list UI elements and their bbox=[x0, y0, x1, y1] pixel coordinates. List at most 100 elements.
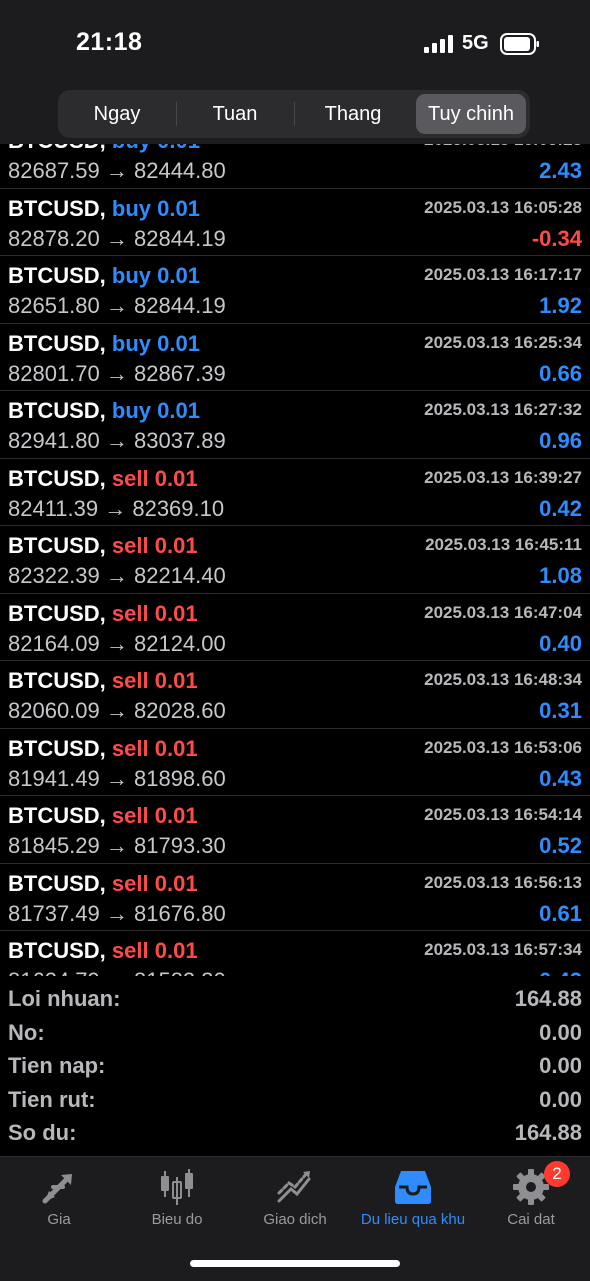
trade-symbol: BTCUSD, bbox=[8, 870, 106, 896]
trade-row[interactable]: BTCUSD, buy 0.01 2025.03.13 16:25:34 82801… bbox=[0, 324, 590, 391]
trade-side: sell bbox=[111, 938, 149, 963]
trade-prices: 82060.09 → 82028.60 bbox=[8, 698, 226, 723]
summary-row: Tien rut: 0.00 bbox=[0, 1083, 590, 1117]
segment-divider bbox=[294, 102, 295, 126]
summary-label: So du: bbox=[8, 1120, 77, 1145]
tab-ngay[interactable]: Ngay bbox=[62, 94, 172, 134]
trade-row[interactable]: BTCUSD, buy 0.01 2025.03.13 16:27:32 82941… bbox=[0, 391, 590, 459]
trade-profit: 0.66 bbox=[539, 360, 582, 386]
home-indicator bbox=[190, 1260, 400, 1267]
trade-profit: 0.42 bbox=[539, 968, 582, 976]
signal-icon bbox=[424, 35, 453, 53]
trade-volume: 0.01 bbox=[157, 144, 200, 153]
trade-history-list[interactable]: BTCUSD, buy 0.01 2025.03.13 16:05:28 82687… bbox=[0, 144, 590, 976]
summary-label: Loi nhuan: bbox=[8, 986, 121, 1011]
summary-label: Tien rut: bbox=[8, 1086, 96, 1112]
summary-value: 164.88 bbox=[514, 986, 582, 1011]
trade-symbol: BTCUSD, bbox=[8, 600, 106, 626]
trade-volume: 0.01 bbox=[157, 263, 200, 288]
trade-volume: 0.01 bbox=[154, 668, 198, 693]
trade-date: 2025.03.13 16:39:27 bbox=[424, 467, 582, 487]
trade-volume: 0.01 bbox=[154, 533, 198, 558]
trade-row[interactable]: BTCUSD, sell 0.01 2025.03.13 16:39:27 8241… bbox=[0, 459, 590, 526]
trade-prices: 81941.49 → 81898.60 bbox=[8, 765, 226, 791]
trade-date: 2025.03.13 16:54:14 bbox=[424, 805, 582, 824]
tab-giao-dich[interactable]: Giao dich bbox=[236, 1157, 354, 1247]
trade-prices: 82322.39 → 82214.40 bbox=[8, 563, 226, 588]
trade-row[interactable]: BTCUSD, sell 0.01 2025.03.13 16:57:34 8162… bbox=[0, 931, 590, 976]
trade-row[interactable]: BTCUSD, sell 0.01 2025.03.13 16:53:06 8194… bbox=[0, 729, 590, 796]
trade-prices: 81624.79 → 81582.30 bbox=[8, 968, 226, 976]
summary-value: 0.00 bbox=[539, 1019, 582, 1045]
trade-row[interactable]: BTCUSD, sell 0.01 2025.03.13 16:45:11 8232… bbox=[0, 526, 590, 594]
tab-du-lieu-qua-khu[interactable]: Du lieu qua khu bbox=[354, 1157, 472, 1247]
trade-row[interactable]: BTCUSD, sell 0.01 2025.03.13 16:54:14 8184… bbox=[0, 796, 590, 864]
tab-giao-dich-label: Giao dich bbox=[263, 1211, 327, 1228]
trade-profit: 0.52 bbox=[539, 833, 582, 858]
trade-title: BTCUSD, buy 0.01 bbox=[8, 331, 200, 357]
trade-symbol: BTCUSD, bbox=[8, 144, 106, 153]
tab-gia[interactable]: Gia bbox=[0, 1157, 118, 1247]
trade-row[interactable]: BTCUSD, sell 0.01 2025.03.13 16:48:34 8206… bbox=[0, 661, 590, 729]
trade-volume: 0.01 bbox=[154, 600, 198, 626]
trade-symbol: BTCUSD, bbox=[8, 465, 106, 491]
trade-date: 2025.03.13 16:48:34 bbox=[424, 670, 582, 689]
tab-bieu-do-label: Bieu do bbox=[151, 1211, 203, 1228]
trade-side: buy bbox=[111, 398, 152, 423]
trade-title: BTCUSD, buy 0.01 bbox=[8, 398, 200, 424]
trade-profit: 2.43 bbox=[539, 158, 582, 183]
trade-date: 2025.03.13 16:47:04 bbox=[424, 602, 582, 622]
trade-title: BTCUSD, sell 0.01 bbox=[8, 803, 198, 829]
trade-prices: 82164.09 → 82124.00 bbox=[8, 630, 226, 656]
trade-profit: -0.34 bbox=[531, 225, 582, 251]
trade-profit: 0.31 bbox=[539, 698, 582, 723]
trade-row[interactable]: BTCUSD, buy 0.01 2025.03.13 16:17:17 82651… bbox=[0, 256, 590, 324]
tab-tuan[interactable]: Tuan bbox=[180, 94, 290, 134]
trade-symbol: BTCUSD, bbox=[8, 735, 106, 761]
trade-date: 2025.03.13 16:27:32 bbox=[424, 400, 582, 419]
status-time: 21:18 bbox=[76, 28, 143, 56]
tab-bieu-do[interactable]: Bieu do bbox=[118, 1157, 236, 1247]
summary-label: No: bbox=[8, 1019, 45, 1045]
trade-profit: 1.92 bbox=[539, 293, 582, 318]
trade-row[interactable]: BTCUSD, buy 0.01 2025.03.13 16:05:28 82878… bbox=[0, 189, 590, 256]
inbox-icon bbox=[395, 1171, 431, 1204]
trade-prices: 81845.29 → 81793.30 bbox=[8, 833, 226, 858]
summary-label: Tien nap: bbox=[8, 1053, 106, 1078]
tab-thang[interactable]: Thang bbox=[298, 94, 408, 134]
trade-title: BTCUSD, sell 0.01 bbox=[8, 601, 198, 627]
trade-profit: 0.61 bbox=[539, 900, 582, 926]
trade-symbol: BTCUSD, bbox=[8, 263, 106, 288]
summary-row: Loi nhuan: 164.88 bbox=[0, 982, 590, 1016]
summary-row: No: 0.00 bbox=[0, 1016, 590, 1050]
trade-title: BTCUSD, sell 0.01 bbox=[8, 668, 198, 694]
trade-side: sell bbox=[111, 668, 149, 693]
trade-side: buy bbox=[111, 330, 152, 356]
tab-cai-dat[interactable]: 2 Cai dat bbox=[472, 1157, 590, 1247]
tab-tuy-chinh[interactable]: Tuy chinh bbox=[416, 94, 526, 134]
trade-volume: 0.01 bbox=[154, 803, 198, 828]
trade-volume: 0.01 bbox=[157, 330, 200, 356]
trade-title: BTCUSD, buy 0.01 bbox=[8, 263, 200, 289]
trade-row[interactable]: BTCUSD, buy 0.01 2025.03.13 16:05:28 82687… bbox=[0, 144, 590, 189]
trade-volume: 0.01 bbox=[154, 735, 198, 761]
trade-side: sell bbox=[111, 465, 149, 491]
trade-symbol: BTCUSD, bbox=[8, 668, 106, 693]
trade-row[interactable]: BTCUSD, sell 0.01 2025.03.13 16:56:13 8173… bbox=[0, 864, 590, 931]
trade-row[interactable]: BTCUSD, sell 0.01 2025.03.13 16:47:04 8216… bbox=[0, 594, 590, 661]
trade-symbol: BTCUSD, bbox=[8, 938, 106, 963]
trade-profit: 0.96 bbox=[539, 428, 582, 453]
trade-side: sell bbox=[111, 803, 149, 828]
trade-volume: 0.01 bbox=[154, 465, 198, 491]
trade-title: BTCUSD, sell 0.01 bbox=[8, 466, 198, 492]
summary-row: Tien nap: 0.00 bbox=[0, 1049, 590, 1083]
trade-prices: 82411.39 → 82369.10 bbox=[8, 495, 225, 521]
trade-side: sell bbox=[111, 735, 149, 761]
trade-title: BTCUSD, buy 0.01 bbox=[8, 144, 200, 154]
summary-value: 0.00 bbox=[539, 1086, 582, 1112]
account-summary: Loi nhuan: 164.88 No: 0.00 Tien nap: 0.00 Tien… bbox=[0, 982, 590, 1150]
trade-side: sell bbox=[111, 533, 149, 558]
trade-volume: 0.01 bbox=[157, 195, 200, 221]
trade-volume: 0.01 bbox=[154, 870, 198, 896]
trade-date: 2025.03.13 16:05:28 bbox=[424, 144, 582, 150]
